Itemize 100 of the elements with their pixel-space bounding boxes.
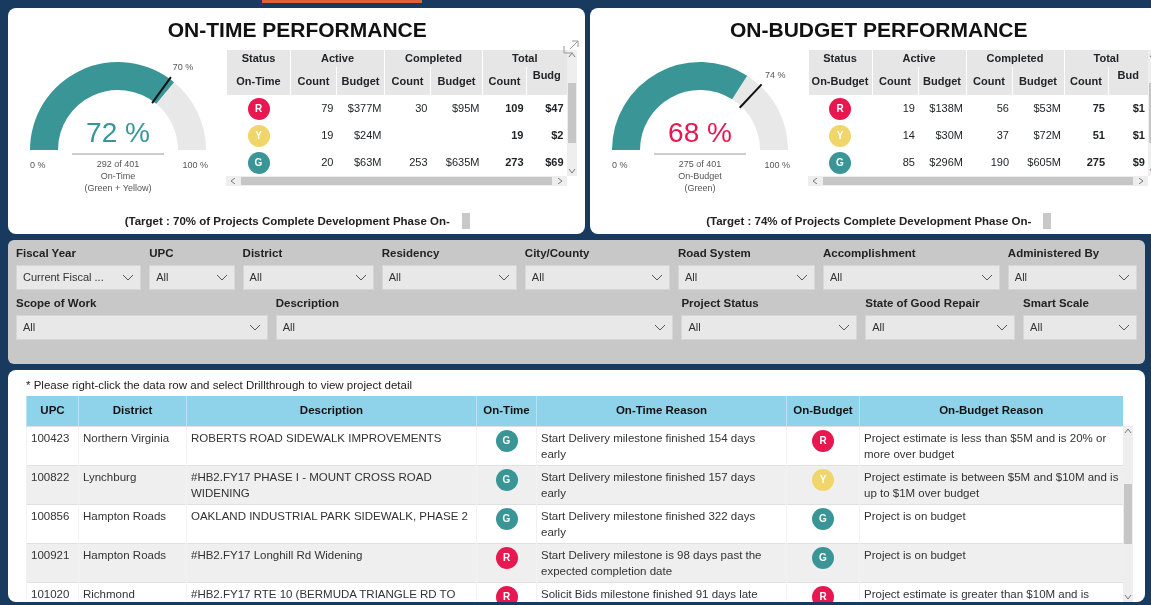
table-cell: 109 xyxy=(482,95,527,122)
table-cell-text: $69 xyxy=(544,155,565,171)
column-header[interactable]: Count xyxy=(1064,67,1108,95)
scroll-right-icon xyxy=(1137,178,1145,184)
column-header[interactable]: Count xyxy=(384,67,431,95)
panel-title: ON-BUDGET PERFORMANCE xyxy=(729,18,1029,42)
chevron-down-icon xyxy=(215,274,228,281)
target-note: (Target : 74% of Projects Complete Development Phase On- xyxy=(706,213,1032,229)
filter-label: Smart Scale xyxy=(1023,296,1090,311)
column-header[interactable]: Count xyxy=(872,67,918,95)
chevron-down-icon xyxy=(650,274,663,281)
gauge-caption: On-Budget xyxy=(677,171,722,181)
column-header[interactable]: On-Budget xyxy=(786,396,860,426)
column-header[interactable]: On-Budget Reason xyxy=(859,396,1123,426)
filter-dropdown[interactable]: All xyxy=(865,315,1016,340)
column-group-header: Status xyxy=(808,50,872,67)
panel-title: ON-TIME PERFORMANCE xyxy=(166,18,428,42)
table-cell: Project estimate is between $5M and $10M and is up to $1M over budget xyxy=(859,465,1123,505)
column-header[interactable]: Description xyxy=(186,396,477,426)
table-cell: 19 xyxy=(872,95,918,122)
table-cell-text: 20 xyxy=(320,155,335,171)
gauge-caption: (Green) xyxy=(684,183,715,193)
status-badge: R xyxy=(495,586,518,602)
filter-dropdown[interactable]: Current Fiscal ... xyxy=(16,265,142,290)
scrollbar-thumb xyxy=(1123,484,1132,544)
chevron-down-icon xyxy=(497,274,510,281)
table-cell: 100822 xyxy=(26,465,79,505)
column-header[interactable]: Budget xyxy=(1012,67,1064,95)
gauge-caption: 292 of 401 xyxy=(96,159,140,169)
column-header[interactable]: Count xyxy=(966,67,1012,95)
filter-dropdown[interactable]: All xyxy=(681,315,858,340)
filter-dropdown[interactable]: All xyxy=(677,265,815,290)
scroll-up-icon xyxy=(567,52,576,58)
status-badge: G xyxy=(812,508,834,530)
table-cell-text: $1 xyxy=(1131,128,1146,144)
column-header[interactable]: Budget xyxy=(336,67,385,95)
column-header[interactable]: District xyxy=(78,396,187,426)
column-header[interactable]: Count xyxy=(482,67,527,95)
dropdown-value: All xyxy=(156,270,169,286)
column-group-header: Active xyxy=(290,50,385,67)
filter-dropdown[interactable]: All xyxy=(16,315,268,340)
column-group-header: Completed xyxy=(966,50,1064,67)
filter-label: UPC xyxy=(149,246,175,261)
table-cell: $138M xyxy=(918,95,966,122)
gauge-min-label: 0 % xyxy=(30,160,46,170)
dropdown-value: All xyxy=(23,320,36,336)
table-cell: Hampton Roads xyxy=(78,543,187,583)
column-header[interactable]: On-Budget xyxy=(808,67,872,95)
table-cell-text: 253 xyxy=(408,155,429,171)
table-cell-text: $296M xyxy=(928,155,964,171)
filter-dropdown[interactable]: All xyxy=(149,265,235,290)
filter-dropdown[interactable]: All xyxy=(381,265,517,290)
filter-dropdown[interactable]: All xyxy=(524,265,670,290)
table-cell-text: 37 xyxy=(995,128,1010,144)
gauge-value: 68 % xyxy=(667,117,732,148)
column-header[interactable]: On-Time xyxy=(476,396,537,426)
filter-dropdown[interactable]: All xyxy=(1023,315,1137,340)
column-header[interactable]: On-Time xyxy=(226,67,291,95)
filter-dropdown[interactable]: All xyxy=(242,265,374,290)
column-header[interactable]: On-Time Reason xyxy=(536,396,787,426)
instruction-note: * Please right-click the data row and select Drillthrough to view project detail xyxy=(26,378,414,393)
dropdown-value: All xyxy=(688,320,701,336)
column-header[interactable]: UPC xyxy=(26,396,79,426)
table-cell: Project estimate is greater than $10M and is xyxy=(859,582,1123,602)
status-badge: G xyxy=(495,508,518,530)
dropdown-value: All xyxy=(282,320,295,336)
filter-dropdown[interactable]: All xyxy=(1007,265,1137,290)
table-cell: 75 xyxy=(1064,95,1108,122)
column-header[interactable]: Bud xyxy=(1108,67,1148,95)
scroll-left-icon xyxy=(810,178,819,184)
dropdown-value: All xyxy=(388,270,401,286)
table-cell-text: 273 xyxy=(504,155,525,171)
gauge-caption: On-Time xyxy=(100,171,136,181)
column-header[interactable]: Budg xyxy=(526,67,567,95)
dropdown-value: Current Fiscal ... xyxy=(23,270,104,286)
table-cell: Richmond xyxy=(78,582,187,602)
gauge-track xyxy=(156,82,206,150)
column-header[interactable]: Budget xyxy=(918,67,966,95)
table-cell: #HB2.FY17 PHASE I - MOUNT CROSS ROAD WIDENING xyxy=(186,465,477,505)
filter-dropdown[interactable]: All xyxy=(823,265,1000,290)
filter-label: Scope of Work xyxy=(16,296,98,311)
expand-icon[interactable] xyxy=(562,40,579,54)
column-header[interactable]: Budget xyxy=(430,67,483,95)
table-cell: 100921 xyxy=(26,543,79,583)
column-group-header: Active xyxy=(872,50,966,67)
table-cell: Project is on budget xyxy=(859,543,1123,583)
status-badge: G xyxy=(247,151,270,174)
status-badge: G xyxy=(829,151,851,174)
scroll-down-icon xyxy=(567,168,576,174)
status-badge: G xyxy=(812,547,834,569)
filter-dropdown[interactable]: All xyxy=(275,315,674,340)
gauge-caption: (Green + Yellow) xyxy=(84,183,152,193)
target-note: (Target : 70% of Projects Complete Development Phase On- xyxy=(124,213,450,229)
table-cell: Lynchburg xyxy=(78,465,187,505)
column-header[interactable]: Count xyxy=(290,67,337,95)
table-cell-text: 51 xyxy=(1091,128,1106,144)
table-cell-text: 85 xyxy=(901,155,916,171)
scroll-down-icon xyxy=(1123,594,1132,600)
gauge-caption: 275 of 401 xyxy=(678,159,721,169)
column-group-header: Status xyxy=(226,50,291,67)
